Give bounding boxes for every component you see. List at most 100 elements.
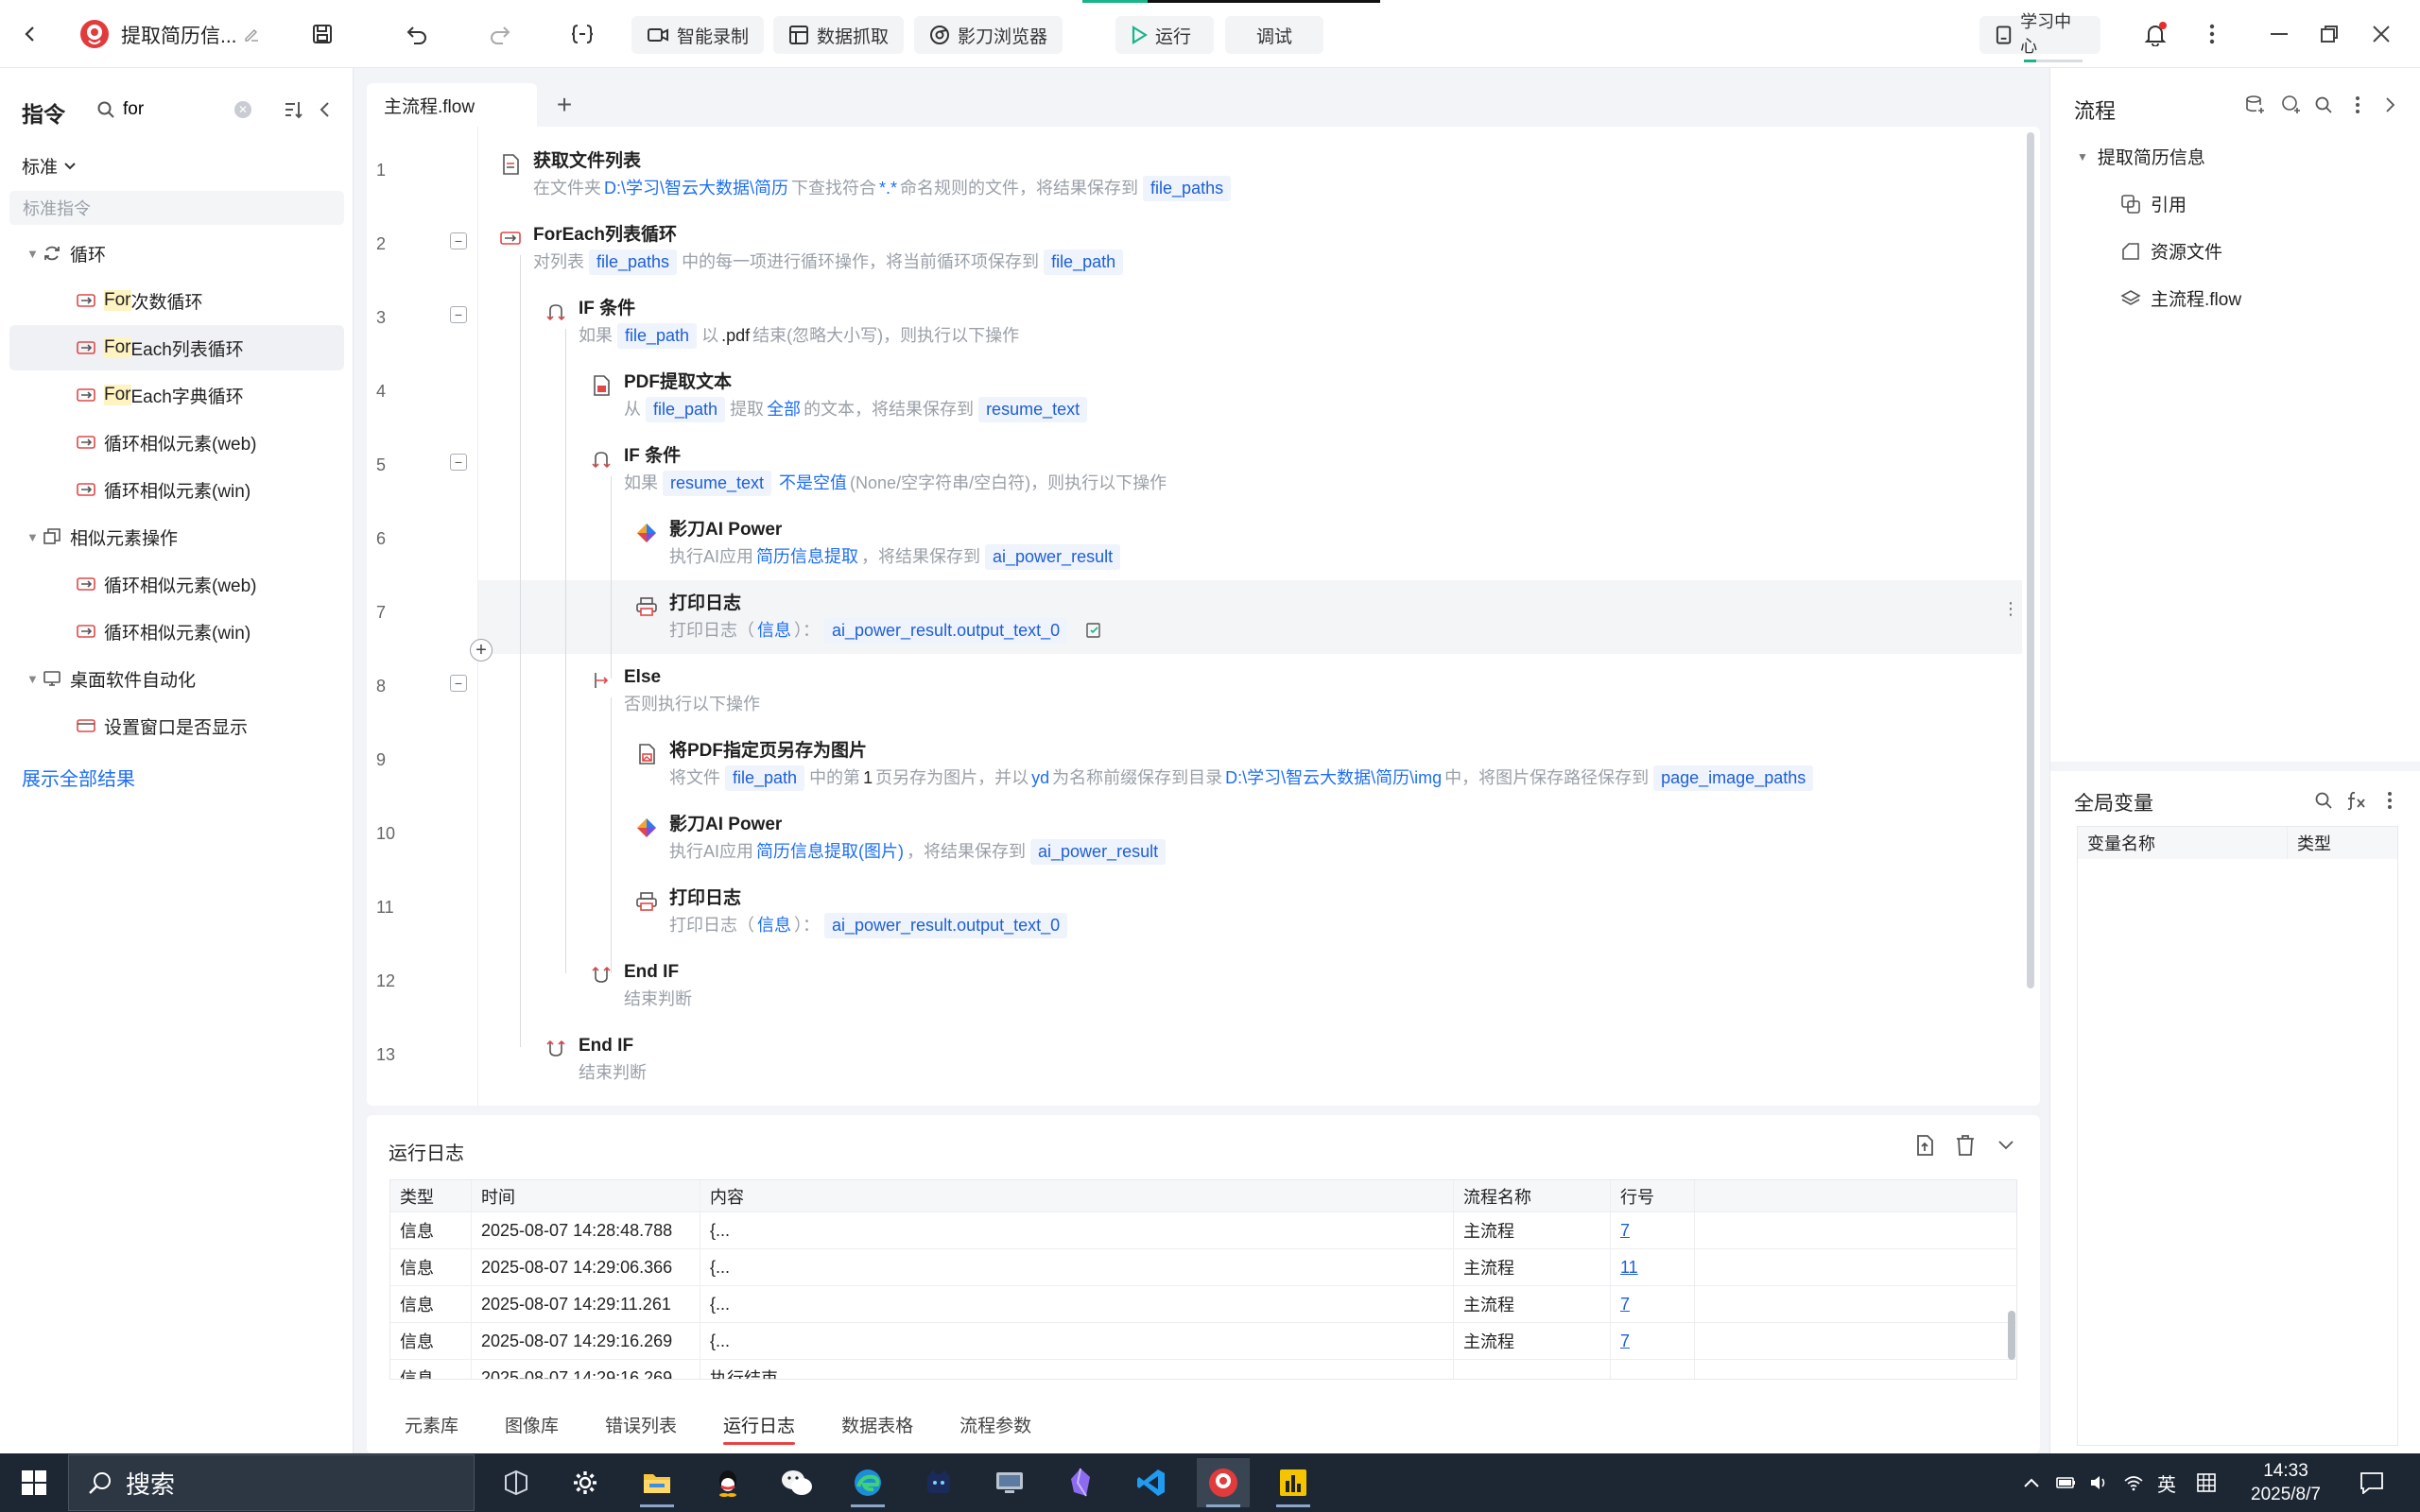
collapse-log-icon[interactable] xyxy=(1989,1128,2023,1162)
file-explorer-icon[interactable] xyxy=(631,1458,683,1507)
search-icon[interactable] xyxy=(2309,786,2338,815)
edit-title-icon[interactable] xyxy=(234,17,268,51)
data-capture-button[interactable]: 数据抓取 xyxy=(773,16,905,54)
log-row[interactable]: 信息 2025-08-07 14:29:16.269 {... 主流程 7 xyxy=(390,1323,2016,1360)
volume-icon[interactable] xyxy=(2089,1453,2110,1512)
add-tab-icon[interactable]: + xyxy=(548,89,580,121)
flow-step[interactable]: 影刀AI Power 执行AI应用 简历信息提取 ，将结果保存到 ai_power_re… xyxy=(669,518,1125,571)
desc-link-value[interactable]: 信息 xyxy=(757,616,791,644)
line-number-link[interactable]: 7 xyxy=(1611,1212,1695,1248)
desc-link-value[interactable]: 简历信息提取 xyxy=(756,542,858,571)
column-header[interactable]: 行号 xyxy=(1611,1180,1695,1211)
flow-tree-root[interactable]: ▼ 提取简历信息 xyxy=(2077,144,2205,169)
fold-toggle-icon[interactable]: − xyxy=(450,232,467,249)
category-dropdown[interactable]: 标准 xyxy=(22,153,77,179)
task-view-icon[interactable] xyxy=(490,1458,543,1507)
line-number-link[interactable] xyxy=(1611,1360,1695,1379)
stock-chart-app-icon[interactable] xyxy=(1267,1458,1320,1507)
add-step-icon[interactable]: + xyxy=(470,639,493,662)
variable-pill[interactable]: resume_text xyxy=(663,470,772,496)
system-clock[interactable]: 14:33 2025/8/7 xyxy=(2240,1459,2331,1506)
remote-desktop-icon[interactable] xyxy=(983,1458,1036,1507)
restore-icon[interactable] xyxy=(2312,17,2346,51)
variable-pill[interactable]: file_path xyxy=(617,322,698,349)
bottom-tab[interactable]: 数据表格 xyxy=(841,1412,913,1437)
collapse-right-icon[interactable] xyxy=(2376,91,2404,119)
more-vertical-icon[interactable] xyxy=(2195,17,2229,51)
input-grid-icon[interactable] xyxy=(2197,1453,2216,1512)
save-icon[interactable] xyxy=(305,17,339,51)
more-vertical-icon[interactable] xyxy=(2376,786,2404,815)
bell-icon[interactable] xyxy=(2138,17,2172,51)
standard-command-filter[interactable]: 标准指令 xyxy=(9,191,344,225)
variable-braces-icon[interactable] xyxy=(565,17,599,51)
add-flow-icon[interactable] xyxy=(2241,91,2270,119)
flow-step[interactable]: 将PDF指定页另存为图片 将文件 file_path 中的第 1 页另存为图片，并以 yd 为… xyxy=(669,739,1818,792)
bottom-tab[interactable]: 错误列表 xyxy=(605,1412,677,1437)
variable-pill[interactable]: file_path xyxy=(1044,249,1124,275)
obsidian-icon[interactable] xyxy=(1054,1458,1107,1507)
undo-icon[interactable] xyxy=(400,17,434,51)
wifi-icon[interactable] xyxy=(2123,1453,2144,1512)
settings-gear-icon[interactable] xyxy=(559,1458,612,1507)
redo-icon[interactable] xyxy=(483,17,517,51)
log-row[interactable]: 信息 2025-08-07 14:29:16.269 执行结束 xyxy=(390,1360,2016,1379)
tree-item-for-count-loop[interactable]: For 次数循环 xyxy=(9,278,344,323)
show-all-results-link[interactable]: 展示全部结果 xyxy=(22,764,135,791)
command-search[interactable]: ✕ xyxy=(87,89,265,130)
column-header[interactable]: 内容 xyxy=(700,1180,1454,1211)
yingdao-app-icon[interactable] xyxy=(1197,1458,1250,1507)
search-icon[interactable] xyxy=(2309,91,2338,119)
flow-tree-reference[interactable]: 引用 xyxy=(2120,191,2187,216)
wechat-icon[interactable] xyxy=(770,1458,823,1507)
variable-pill[interactable]: file_path xyxy=(725,765,805,791)
column-header[interactable]: 类型 xyxy=(390,1180,472,1211)
tree-item-loop-similar-web[interactable]: 循环相似元素(web) xyxy=(9,561,344,607)
log-row[interactable]: 信息 2025-08-07 14:29:06.366 {... 主流程 11 xyxy=(390,1249,2016,1286)
qq-icon[interactable] xyxy=(701,1458,754,1507)
desc-link-value[interactable]: D:\学习\智云大数据\简历 xyxy=(604,174,788,202)
log-row[interactable]: 信息 2025-08-07 14:29:11.261 {... 主流程 7 xyxy=(390,1286,2016,1323)
variable-pill[interactable]: ai_power_result xyxy=(985,543,1121,570)
desc-link-value[interactable]: 简历信息提取(图片) xyxy=(756,837,904,866)
variable-pill[interactable]: ai_power_result xyxy=(1030,838,1167,865)
editor-scrollbar[interactable] xyxy=(2027,132,2034,988)
edit-content-icon[interactable] xyxy=(1085,622,1102,639)
line-number-link[interactable]: 7 xyxy=(1611,1286,1695,1322)
tree-item-foreach-dict-loop[interactable]: For Each字典循环 xyxy=(9,372,344,418)
desc-link-value[interactable]: 全部 xyxy=(767,395,801,423)
trash-icon[interactable] xyxy=(1948,1128,1982,1162)
tray-overflow-icon[interactable] xyxy=(2023,1453,2040,1512)
flow-step[interactable]: Else 否则执行以下操作 xyxy=(624,665,760,718)
variable-pill[interactable]: resume_text xyxy=(978,396,1088,422)
line-number-link[interactable]: 11 xyxy=(1611,1249,1695,1285)
tree-item-loop-similar-web[interactable]: 循环相似元素(web) xyxy=(9,420,344,465)
flow-step[interactable]: IF 条件 如果 file_path 以 .pdf 结束(忽略大小写)，则执行以下操作 xyxy=(579,297,1019,350)
browser-button[interactable]: 影刀浏览器 xyxy=(914,16,1063,54)
debug-button[interactable]: 调试 xyxy=(1225,16,1323,54)
flow-step[interactable]: PDF提取文本从 file_path 提取 全部 的文本，将结果保存到 resume_te… xyxy=(624,370,1092,423)
flow-step[interactable]: ForEach列表循环 对列表 file_paths 中的每一项进行循环操作，将当前循… xyxy=(533,223,1128,276)
more-vertical-icon[interactable] xyxy=(2343,91,2372,119)
desc-link-value[interactable]: 信息 xyxy=(757,911,791,939)
collapse-panel-icon[interactable] xyxy=(308,93,342,127)
function-icon[interactable] xyxy=(2342,786,2370,815)
variable-pill[interactable]: ai_power_result.output_text_0 xyxy=(824,912,1068,938)
run-button[interactable]: 运行 xyxy=(1115,16,1214,54)
bottom-tab[interactable]: 图像库 xyxy=(505,1412,559,1437)
column-header[interactable]: 时间 xyxy=(472,1180,700,1211)
fold-toggle-icon[interactable]: − xyxy=(450,454,467,471)
flow-tree-main-flow[interactable]: 主流程.flow xyxy=(2120,285,2241,311)
sort-icon[interactable] xyxy=(276,93,310,127)
variable-pill[interactable]: file_paths xyxy=(589,249,678,275)
battery-icon[interactable] xyxy=(2056,1453,2077,1512)
bottom-tab[interactable]: 运行日志 xyxy=(723,1412,796,1445)
desc-link-value[interactable]: yd xyxy=(1031,764,1049,792)
flow-step[interactable]: 打印日志 打印日志（ 信息）： ai_power_result.output_text… xyxy=(669,886,1072,939)
input-method-indicator[interactable]: 英 xyxy=(2157,1453,2176,1512)
edge-browser-icon[interactable] xyxy=(841,1458,894,1507)
tree-group-similar-elements[interactable]: ▼ 相似元素操作 xyxy=(9,514,344,559)
variable-pill[interactable]: file_paths xyxy=(1143,175,1232,201)
vscode-icon[interactable] xyxy=(1125,1458,1178,1507)
flow-step[interactable]: End IF 结束判断 xyxy=(579,1034,647,1087)
